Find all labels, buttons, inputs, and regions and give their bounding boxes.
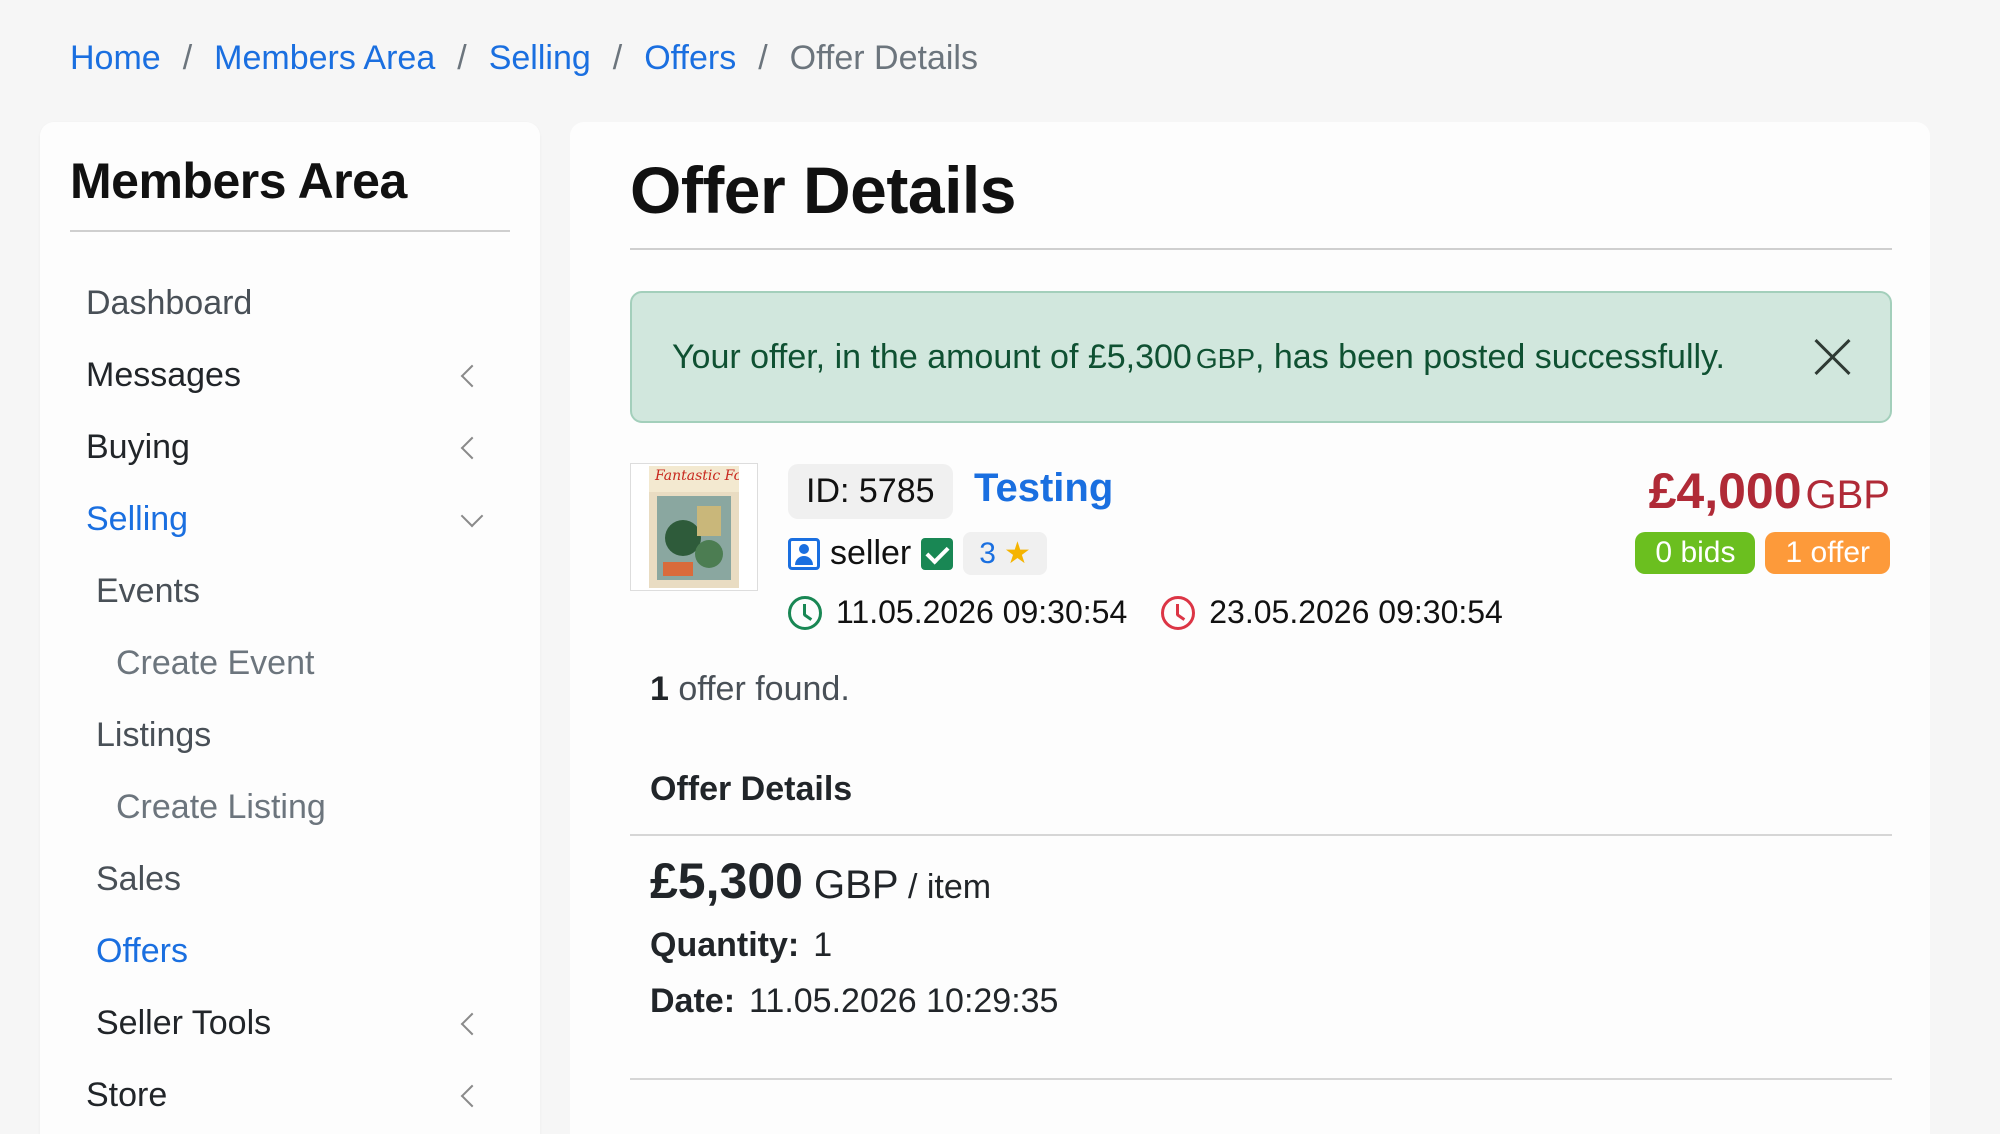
offers-badge[interactable]: 1 offer — [1765, 532, 1890, 574]
offer-currency: GBP — [802, 863, 899, 907]
offer-unit: / item — [898, 868, 992, 906]
sidebar-item-sales[interactable]: Sales — [40, 860, 540, 899]
title-divider — [630, 248, 1892, 250]
breadcrumb-separator: / — [182, 39, 193, 77]
chevron-left-icon — [460, 364, 484, 387]
found-number: 1 — [650, 670, 669, 708]
main-content: Offer Details Your offer, in the amount … — [570, 122, 1930, 1134]
sidebar-item-seller-tools[interactable]: Seller Tools — [40, 1004, 540, 1043]
rating-count: 3 — [979, 536, 996, 570]
offer-date: Date: 11.05.2026 10:29:35 — [650, 982, 1058, 1021]
seller-info: seller 3 ★ — [788, 532, 1047, 575]
breadcrumb-members-area[interactable]: Members Area — [214, 38, 435, 78]
start-date: 11.05.2026 09:30:54 — [836, 594, 1128, 630]
results-count: 1 offer found. — [650, 670, 850, 709]
found-text: offer found. — [668, 670, 850, 708]
offer-amount-value: £5,300 — [650, 853, 803, 909]
sidebar-item-create-listing[interactable]: Create Listing — [40, 788, 540, 827]
breadcrumb-home[interactable]: Home — [70, 38, 161, 78]
price-amount: £4,000 — [1648, 463, 1802, 519]
listing-id-badge: ID: 5785 — [788, 464, 953, 519]
comic-cover-image: Fantastic Four — [649, 466, 739, 588]
sidebar-item-label: Selling — [86, 500, 189, 538]
seller-rating[interactable]: 3 ★ — [963, 532, 1047, 575]
breadcrumb-offers[interactable]: Offers — [644, 38, 736, 78]
start-clock-icon — [788, 595, 822, 630]
listing-dates: 11.05.2026 09:30:54 23.05.2026 09:30:54 — [788, 594, 1503, 631]
sidebar-item-label: Listings — [96, 716, 212, 754]
offer-quantity: Quantity: 1 — [650, 926, 832, 965]
alert-message: Your offer, in the amount of £5,300 GBP, … — [672, 338, 1725, 377]
end-clock-icon — [1161, 595, 1196, 630]
alert-text-end: , has been posted successfully. — [1255, 337, 1725, 376]
sidebar-item-label: Store — [86, 1076, 168, 1114]
sidebar-item-label: Create Listing — [116, 788, 326, 826]
date-value: 11.05.2026 10:29:35 — [749, 982, 1059, 1020]
sidebar-item-label: Sales — [96, 860, 182, 898]
sidebar-item-events[interactable]: Events — [40, 572, 540, 611]
sidebar-item-label: Events — [96, 572, 200, 610]
sidebar-item-dashboard[interactable]: Dashboard — [40, 284, 540, 323]
alert-text: Your offer, in the amount of £5,300 — [672, 337, 1192, 376]
verified-check-icon — [921, 537, 954, 570]
quantity-value: 1 — [813, 926, 833, 964]
sidebar-item-buying[interactable]: Buying — [40, 428, 540, 467]
success-alert: Your offer, in the amount of £5,300 GBP, … — [630, 291, 1892, 423]
sidebar-item-offers[interactable]: Offers — [40, 932, 540, 971]
listing-title-link[interactable]: Testing — [974, 466, 1113, 511]
sidebar-item-label: Offers — [96, 932, 188, 970]
star-icon: ★ — [1003, 537, 1031, 570]
breadcrumb-separator: / — [758, 39, 768, 77]
breadcrumb-current: Offer Details — [789, 39, 978, 77]
sidebar-item-label: Seller Tools — [96, 1004, 272, 1042]
breadcrumb: Home / Members Area / Selling / Offers /… — [70, 38, 978, 78]
sidebar-item-store[interactable]: Store — [40, 1076, 540, 1115]
section-bottom-divider — [630, 1078, 1892, 1080]
bids-badge[interactable]: 0 bids — [1635, 532, 1756, 574]
sidebar: Members Area Dashboard Messages Buying S… — [40, 122, 540, 1134]
listing-badges: 0 bids 1 offer — [1635, 532, 1890, 574]
listing-price: £4,000 GBP — [1649, 462, 1890, 520]
section-title: Offer Details — [650, 770, 853, 808]
sidebar-item-label: Messages — [86, 356, 241, 394]
quantity-label: Quantity: — [650, 926, 800, 964]
end-date: 23.05.2026 09:30:54 — [1209, 594, 1503, 630]
sidebar-item-label: Buying — [86, 428, 190, 466]
chevron-down-icon — [460, 504, 484, 527]
sidebar-title: Members Area — [70, 153, 407, 209]
sidebar-item-create-event[interactable]: Create Event — [40, 644, 540, 683]
breadcrumb-separator: / — [457, 39, 467, 77]
close-icon[interactable] — [1812, 337, 1852, 377]
chevron-left-icon — [460, 436, 484, 459]
sidebar-item-selling[interactable]: Selling — [40, 500, 540, 539]
seller-name[interactable]: seller — [830, 534, 911, 573]
offer-amount: £5,300 GBP / item — [650, 852, 991, 910]
alert-currency: GBP — [1195, 342, 1255, 374]
breadcrumb-separator: / — [612, 39, 623, 77]
comic-title-text: Fantastic Four — [654, 468, 739, 484]
date-label: Date: — [650, 982, 736, 1020]
chevron-left-icon — [460, 1012, 484, 1035]
sidebar-item-messages[interactable]: Messages — [40, 356, 540, 395]
sidebar-item-label: Create Event — [116, 644, 315, 682]
price-currency: GBP — [1805, 473, 1890, 517]
sidebar-item-listings[interactable]: Listings — [40, 716, 540, 755]
page-title: Offer Details — [630, 153, 1016, 227]
breadcrumb-selling[interactable]: Selling — [489, 38, 591, 78]
user-icon — [788, 537, 820, 570]
section-divider — [630, 834, 1892, 836]
sidebar-divider — [70, 230, 510, 232]
chevron-left-icon — [460, 1084, 484, 1107]
listing-thumbnail[interactable]: Fantastic Four — [630, 463, 758, 591]
sidebar-item-label: Dashboard — [86, 284, 253, 322]
